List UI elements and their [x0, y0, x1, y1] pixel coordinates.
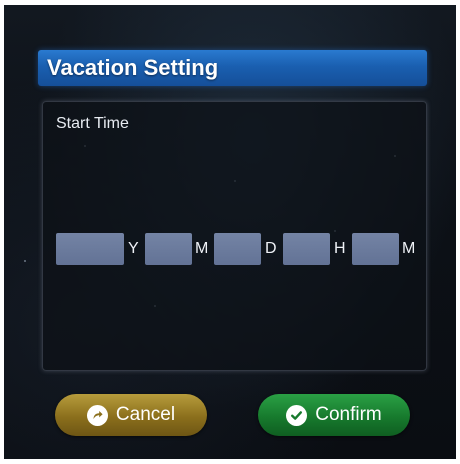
time-input-row: Y M D H M	[42, 233, 427, 265]
cancel-button[interactable]: Cancel	[55, 394, 207, 436]
background-star	[24, 260, 26, 262]
day-unit-label: D	[265, 240, 277, 257]
dialog-title: Vacation Setting	[47, 55, 219, 80]
minute-unit-label: M	[402, 240, 416, 257]
month-input[interactable]	[145, 233, 192, 265]
year-input[interactable]	[56, 233, 124, 265]
month-unit-label: M	[195, 240, 209, 257]
redo-arrow-icon	[86, 404, 108, 426]
confirm-button-label: Confirm	[315, 404, 382, 425]
start-time-panel: Start Time Y M D H M	[42, 101, 427, 371]
cancel-button-label: Cancel	[115, 404, 176, 425]
hour-unit-label: H	[334, 240, 346, 257]
minute-input[interactable]	[352, 233, 399, 265]
day-input[interactable]	[214, 233, 261, 265]
year-unit-label: Y	[128, 240, 139, 257]
confirm-button[interactable]: Confirm	[258, 394, 410, 436]
check-circle-icon	[286, 404, 308, 426]
start-time-label: Start Time	[56, 115, 129, 132]
hour-input[interactable]	[283, 233, 330, 265]
dialog-title-bar: Vacation Setting	[38, 50, 427, 86]
